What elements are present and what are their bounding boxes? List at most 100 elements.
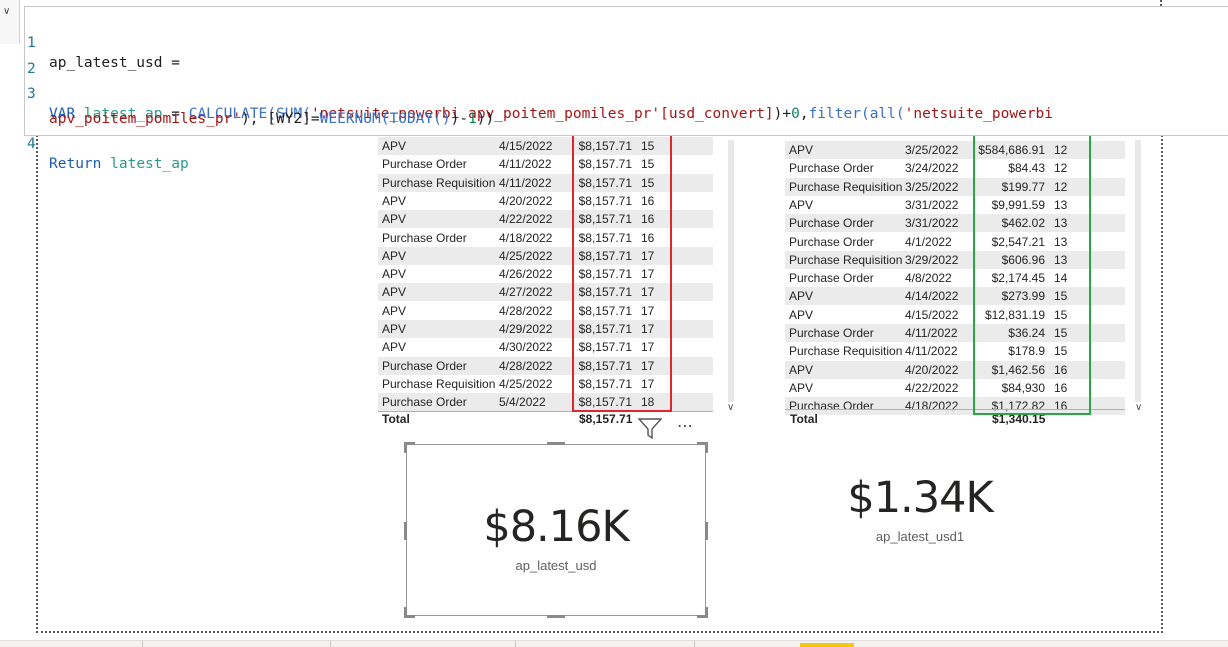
left-panel-stub: ∨: [0, 0, 20, 44]
row-type-cell: Purchase Order: [382, 230, 467, 245]
row-type-cell: APV: [382, 139, 407, 153]
left-table-total-row: Total $8,157.71: [382, 412, 712, 426]
row-date-cell: 4/14/2022: [905, 289, 959, 304]
resize-corner-handle[interactable]: [404, 442, 415, 453]
function-today: TODAY(): [389, 111, 451, 127]
filter-icon[interactable]: [637, 418, 663, 445]
row-type-cell: APV: [382, 193, 407, 208]
row-date-cell: 4/18/2022: [499, 230, 553, 245]
card-label: ap_latest_usd1: [875, 529, 965, 544]
active-page-tab[interactable]: [800, 643, 854, 647]
row-date-cell: 4/29/2022: [499, 322, 553, 336]
row-type-cell: APV: [382, 303, 407, 318]
row-type-cell: Purchase Order: [789, 234, 874, 249]
row-type-cell: APV: [382, 285, 407, 300]
row-date-cell: 3/31/2022: [905, 197, 959, 212]
row-date-cell: 4/22/2022: [905, 380, 959, 395]
chevron-down-icon[interactable]: ∨: [1135, 402, 1142, 413]
row-date-cell: 4/28/2022: [499, 303, 553, 318]
number-literal: 0: [791, 106, 800, 122]
row-date-cell: 4/26/2022: [499, 267, 553, 282]
row-type-cell: APV: [382, 322, 407, 336]
function-weeknum: WEEKNUM(: [319, 111, 390, 127]
close-parens: )): [476, 111, 495, 127]
operator-minus: )-: [450, 111, 469, 127]
row-date-cell: 4/25/2022: [499, 248, 553, 263]
row-date-cell: 4/30/2022: [499, 340, 553, 355]
resize-edge-handle[interactable]: [547, 615, 565, 618]
row-type-cell: APV: [789, 307, 814, 322]
amount-column-highlight-green: [973, 121, 1091, 415]
total-label: Total: [790, 412, 818, 426]
total-label: Total: [382, 412, 410, 426]
chevron-down-icon[interactable]: ∨: [3, 6, 10, 17]
table-ref: 'netsuite_powerbi: [904, 106, 1054, 122]
row-type-cell: APV: [789, 362, 814, 377]
row-date-cell: 5/4/2022: [499, 395, 546, 410]
code-mid: ), [WY2]=: [241, 111, 320, 127]
row-type-cell: APV: [382, 267, 407, 282]
row-type-cell: Purchase Order: [382, 358, 467, 373]
row-date-cell: 4/25/2022: [499, 376, 553, 391]
function-filter: filter(: [808, 106, 870, 122]
more-options-icon[interactable]: ⋯: [677, 416, 694, 436]
line-number: 4: [27, 136, 36, 152]
tab-separator: [515, 641, 516, 647]
comma: ,: [799, 106, 809, 122]
operator-plus: )+: [773, 106, 792, 122]
card-label: ap_latest_usd: [515, 558, 597, 573]
row-date-cell: 4/8/2022: [905, 271, 952, 286]
row-date-cell: 4/20/2022: [905, 362, 959, 377]
row-date-cell: 4/11/2022: [499, 175, 552, 190]
page-tab-bar: [0, 640, 1228, 647]
row-type-cell: Purchase Requisition: [382, 175, 496, 190]
row-type-cell: APV: [382, 340, 407, 355]
left-table-scrollbar[interactable]: [728, 140, 734, 402]
total-amount: $8,157.71: [579, 412, 633, 426]
measure-name: ap_latest_usd =: [49, 55, 180, 71]
row-type-cell: Purchase Requisition: [789, 252, 903, 267]
card-ap-latest-usd1[interactable]: $1.34K ap_latest_usd1: [770, 473, 1070, 544]
card-value: $1.34K: [847, 473, 993, 523]
row-date-cell: 3/25/2022: [905, 179, 959, 194]
row-type-cell: APV: [382, 248, 407, 263]
resize-corner-handle[interactable]: [404, 607, 415, 618]
chevron-down-icon[interactable]: ∨: [727, 402, 734, 413]
resize-edge-handle[interactable]: [547, 442, 565, 445]
row-date-cell: 3/29/2022: [905, 252, 959, 267]
resize-corner-handle[interactable]: [697, 607, 708, 618]
row-type-cell: Purchase Order: [789, 216, 874, 231]
row-date-cell: 4/28/2022: [499, 358, 553, 373]
row-type-cell: APV: [382, 212, 407, 227]
table-ref-cont: apv_poitem_pomiles_pr': [49, 111, 242, 127]
row-date-cell: 4/1/2022: [905, 234, 952, 249]
variable-name: latest_ap: [110, 156, 189, 172]
tab-separator: [330, 641, 331, 647]
row-type-cell: Purchase Order: [789, 271, 874, 286]
number-literal: 1: [468, 111, 477, 127]
code-text: apv_poitem_pomiles_pr'), [WY2]=WEEKNUM(T…: [49, 109, 494, 129]
row-type-cell: Purchase Order: [789, 161, 874, 176]
row-date-cell: 3/24/2022: [905, 161, 959, 176]
row-type-cell: APV: [789, 289, 814, 304]
row-type-cell: Purchase Requisition: [789, 344, 903, 359]
row-type-cell: APV: [789, 143, 814, 157]
row-date-cell: 4/27/2022: [499, 285, 553, 300]
amount-column-highlight-red: [572, 121, 672, 412]
keyword-return: Return: [49, 156, 102, 172]
row-date-cell: 4/11/2022: [499, 157, 552, 172]
tab-separator: [694, 641, 695, 647]
resize-corner-handle[interactable]: [697, 442, 708, 453]
row-type-cell: Purchase Requisition: [382, 376, 496, 391]
row-date-cell: 4/11/2022: [905, 326, 958, 340]
card-value: $8.16K: [483, 502, 629, 552]
right-table-scrollbar[interactable]: [1135, 140, 1141, 402]
row-type-cell: APV: [789, 197, 814, 212]
function-all: all(: [869, 106, 905, 122]
tab-separator: [142, 641, 143, 647]
row-date-cell: 4/20/2022: [499, 193, 553, 208]
row-date-cell: 3/31/2022: [905, 216, 959, 231]
dax-formula-editor[interactable]: 1 ap_latest_usd = 2 3 VAR latest_ap = CA…: [24, 6, 1228, 172]
row-type-cell: Purchase Order: [382, 395, 467, 410]
card-ap-latest-usd[interactable]: $8.16K ap_latest_usd: [406, 502, 706, 573]
